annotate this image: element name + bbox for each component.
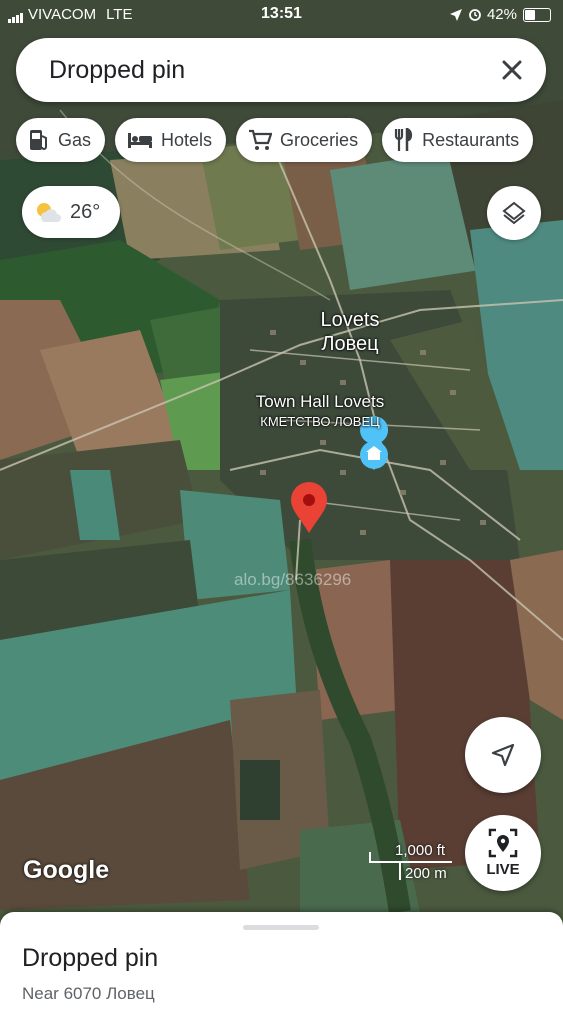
bed-icon <box>128 133 153 148</box>
watermark: alo.bg/8636296 <box>234 570 352 589</box>
category-chips: Gas Hotels Groceries Restaurants <box>16 118 534 162</box>
place-sheet[interactable]: Dropped pin Near 6070 Ловец <box>0 912 563 1012</box>
weather-chip[interactable]: 26° <box>22 186 120 238</box>
poi-name-local: КМЕТСТВО ЛОВЕЦ <box>260 414 380 429</box>
layers-icon <box>502 201 526 225</box>
chip-gas[interactable]: Gas <box>16 118 106 162</box>
chip-groceries[interactable]: Groceries <box>236 118 373 162</box>
my-location-button[interactable] <box>465 717 541 793</box>
chip-label: Hotels <box>161 129 213 150</box>
close-icon[interactable] <box>498 56 526 84</box>
battery-icon <box>523 7 551 22</box>
temperature: 26° <box>70 200 101 223</box>
gas-station-icon <box>30 130 47 150</box>
village-name-latin: Lovets <box>320 309 380 331</box>
google-logo: Google <box>23 856 110 884</box>
battery-percent: 42% <box>486 6 517 23</box>
partly-sunny-icon <box>37 203 61 222</box>
cart-icon <box>249 129 273 150</box>
live-view-icon <box>488 828 518 858</box>
alarm-icon <box>469 8 481 21</box>
live-label: LIVE <box>486 861 520 878</box>
chip-label: Groceries <box>280 129 359 150</box>
village-label[interactable]: Lovets Ловец <box>300 308 400 356</box>
live-view-button[interactable]: LIVE <box>465 815 541 891</box>
navigation-arrow-icon <box>491 743 515 767</box>
scale-metric: 200 m <box>405 865 447 882</box>
search-query[interactable]: Dropped pin <box>49 56 185 85</box>
place-address: Near 6070 Ловец <box>22 984 155 1003</box>
search-bar[interactable]: Dropped pin <box>16 38 546 102</box>
place-title: Dropped pin <box>22 944 159 972</box>
sheet-drag-handle[interactable] <box>243 925 319 930</box>
chip-label: Restaurants <box>422 129 520 150</box>
chip-hotels[interactable]: Hotels <box>115 118 227 162</box>
chip-label: Gas <box>58 129 92 150</box>
village-name-cyrillic: Ловец <box>321 333 379 355</box>
fork-knife-icon <box>394 128 413 151</box>
status-bar: VIVACOM LTE 13:51 42% <box>0 0 563 30</box>
poi-name: Town Hall Lovets <box>255 392 385 411</box>
layers-button[interactable] <box>487 186 541 240</box>
location-arrow-icon <box>449 8 462 21</box>
scale-imperial: 1,000 ft <box>395 842 446 859</box>
town-hall-label[interactable]: Town Hall Lovets КМЕТСТВО ЛОВЕЦ <box>230 392 410 432</box>
chip-restaurants[interactable]: Restaurants <box>382 118 534 162</box>
